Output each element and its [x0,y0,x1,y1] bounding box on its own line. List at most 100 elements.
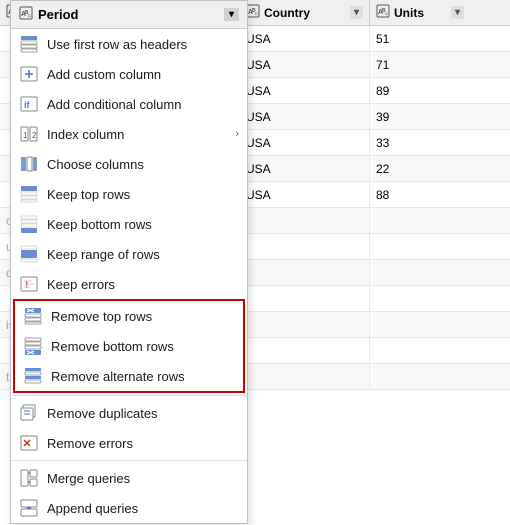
menu-item-remove-alternate-rows[interactable]: Remove alternate rows [15,361,243,391]
cell-units [370,364,470,389]
menu-item-keep-range-of-rows[interactable]: Keep range of rows [11,239,247,269]
cell-country: USA [240,26,370,51]
units-header: A B C Units ▾ [370,0,470,25]
cell-units: 22 [370,156,470,181]
keep-errors-icon: ! [19,274,39,294]
remove-errors-icon [19,433,39,453]
keep-range-icon [19,244,39,264]
cell-units: 39 [370,104,470,129]
menu-item-keep-errors[interactable]: ! Keep errors [11,269,247,299]
svg-text:if: if [24,100,31,110]
menu-label-remove-errors: Remove errors [47,436,133,451]
cell-units: 51 [370,26,470,51]
menu-label-remove-top-rows: Remove top rows [51,309,152,324]
menu-item-keep-top-rows[interactable]: Keep top rows [11,179,247,209]
menu-items: Use first row as headers Add custom colu… [11,29,247,523]
country-header-label: Country [264,6,310,20]
menu-label-remove-duplicates: Remove duplicates [47,406,158,421]
cell-country [240,286,370,311]
menu-label-keep-errors: Keep errors [47,277,115,292]
remove-bottom-icon [23,336,43,356]
cell-units: 71 [370,52,470,77]
cell-country: USA [240,52,370,77]
menu-divider [11,395,247,396]
country-dropdown-btn[interactable]: ▾ [350,6,363,19]
menu-label-choose-columns: Choose columns [47,157,144,172]
cell-units [370,286,470,311]
menu-divider [11,460,247,461]
cell-country: USA [240,182,370,207]
keep-top-icon [19,184,39,204]
cell-units [370,312,470,337]
menu-item-remove-bottom-rows[interactable]: Remove bottom rows [15,331,243,361]
menu-label-append-queries: Append queries [47,501,138,516]
svg-text:C: C [28,13,31,18]
cell-units: 89 [370,78,470,103]
menu-item-merge-queries[interactable]: Merge queries [11,463,247,493]
cell-country [240,338,370,363]
menu-item-keep-bottom-rows[interactable]: Keep bottom rows [11,209,247,239]
cell-country: USA [240,104,370,129]
cell-country [240,208,370,233]
cell-country [240,364,370,389]
units-header-label: Units [394,6,424,20]
units-dropdown-btn[interactable]: ▾ [451,6,464,19]
merge-queries-icon [19,468,39,488]
menu-item-remove-top-rows[interactable]: Remove top rows [15,301,243,331]
menu-label-add-custom-column: Add custom column [47,67,161,82]
cell-units: 88 [370,182,470,207]
menu-header-dropdown[interactable]: ▾ [224,8,239,21]
remove-top-icon [23,306,43,326]
menu-item-remove-errors[interactable]: Remove errors [11,428,247,458]
menu-item-remove-duplicates[interactable]: Remove duplicates [11,398,247,428]
cell-country [240,312,370,337]
cell-country [240,234,370,259]
menu-item-choose-columns[interactable]: Choose columns [11,149,247,179]
svg-text:C: C [385,11,388,16]
cell-country: USA [240,130,370,155]
add-conditional-icon: if [19,94,39,114]
menu-label-merge-queries: Merge queries [47,471,130,486]
choose-columns-icon [19,154,39,174]
menu-label-keep-top-rows: Keep top rows [47,187,130,202]
index-icon: 1 2 [19,124,39,144]
svg-text:C: C [255,11,258,16]
menu-header-label: Period [38,7,78,22]
cell-units [370,208,470,233]
menu-label-use-first-row: Use first row as headers [47,37,187,52]
add-custom-icon [19,64,39,84]
cell-units: 33 [370,130,470,155]
country-header: A B C Country ▾ [240,0,370,25]
menu-item-use-first-row[interactable]: Use first row as headers [11,29,247,59]
menu-item-add-custom-column[interactable]: Add custom column [11,59,247,89]
cell-country: USA [240,78,370,103]
menu-label-remove-bottom-rows: Remove bottom rows [51,339,174,354]
menu-label-add-conditional-column: Add conditional column [47,97,181,112]
cell-units [370,338,470,363]
svg-text:2: 2 [32,131,37,140]
submenu-arrow-icon: › [235,128,239,140]
menu-label-keep-bottom-rows: Keep bottom rows [47,217,152,232]
keep-bottom-icon [19,214,39,234]
menu-item-append-queries[interactable]: Append queries [11,493,247,523]
menu-item-index-column[interactable]: 1 2 Index column › [11,119,247,149]
menu-header: A B C Period ▾ [11,1,247,29]
cell-units [370,260,470,285]
highlighted-menu-group: Remove top rows Remove bottom rows Remov… [13,299,245,393]
menu-label-remove-alternate-rows: Remove alternate rows [51,369,185,384]
cell-units [370,234,470,259]
menu-label-keep-range-of-rows: Keep range of rows [47,247,160,262]
units-type-icon: A B C [376,4,390,21]
append-queries-icon [19,498,39,518]
menu-item-add-conditional-column[interactable]: if Add conditional column [11,89,247,119]
cell-country: USA [240,156,370,181]
country-type-icon: A B C [246,4,260,21]
menu-header-icon: A B C [19,6,33,23]
svg-text:!: ! [25,280,28,291]
cell-country [240,260,370,285]
use-first-row-icon [19,34,39,54]
svg-text:1: 1 [23,131,28,140]
context-menu: A B C Period ▾ Use first row as headers … [10,0,248,524]
remove-duplicates-icon [19,403,39,423]
menu-label-index-column: Index column [47,127,124,142]
